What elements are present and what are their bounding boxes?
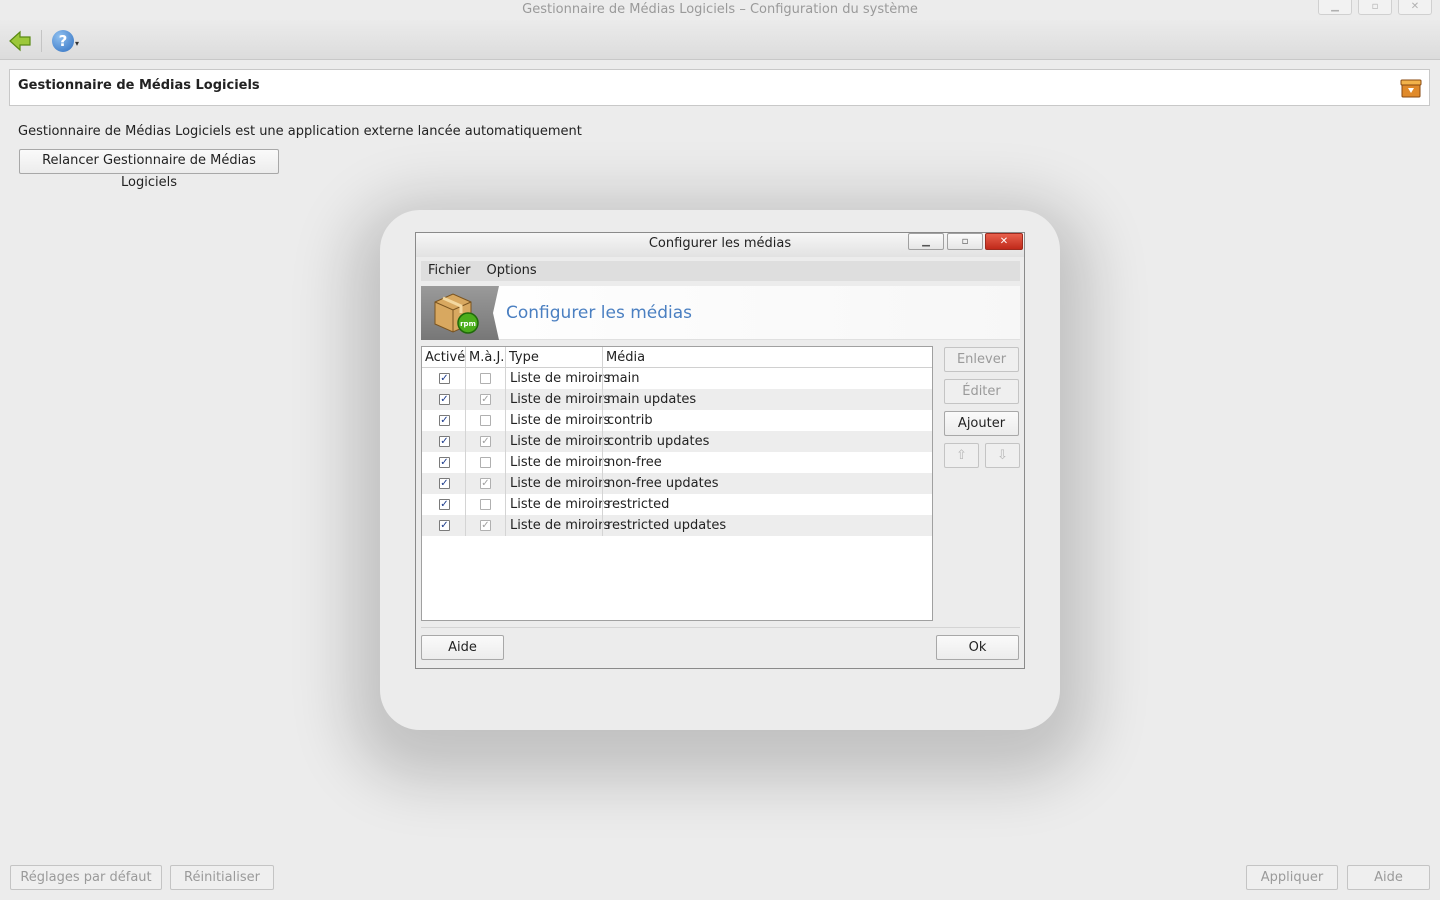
table-row[interactable]: ✓ ✓ Liste de miroirs restricted updates [422,515,932,536]
menu-options[interactable]: Options [487,261,537,281]
column-divider [505,368,506,536]
active-checkbox[interactable]: ✓ [439,394,450,405]
rpm-package-icon: rpm [434,293,479,334]
active-checkbox[interactable]: ✓ [439,373,450,384]
dialog-close-button[interactable]: ✕ [985,233,1023,250]
column-header-update[interactable]: M.à.J. [466,347,506,368]
help-icon[interactable]: ? [52,30,74,52]
toolbar-separator [41,30,42,52]
update-checkbox[interactable] [480,499,491,510]
dialog-separator [421,627,1020,628]
ok-button[interactable]: Ok [936,635,1019,660]
update-checkbox[interactable]: ✓ [480,394,491,405]
package-manager-icon [1400,77,1422,99]
table-row[interactable]: ✓ ✓ Liste de miroirs contrib updates [422,431,932,452]
media-name-cell: restricted updates [607,518,727,533]
page-title: Gestionnaire de Médias Logiciels [18,78,260,93]
back-arrow-icon[interactable] [8,30,32,52]
dialog-titlebar: Configurer les médias ▁ ▫ ✕ [416,233,1024,257]
banner-title: Configurer les médias [506,303,693,323]
column-header-active[interactable]: Activé [422,347,466,368]
chevron-down-icon[interactable]: ▾ [75,39,79,48]
add-button[interactable]: Ajouter [944,411,1019,436]
table-row[interactable]: ✓ Liste de miroirs contrib [422,410,932,431]
minimize-button[interactable]: ▁ [1318,0,1352,15]
relaunch-button[interactable]: Relancer Gestionnaire de Médias Logiciel… [19,149,279,190]
table-row[interactable]: ✓ ✓ Liste de miroirs main updates [422,389,932,410]
column-header-type[interactable]: Type [506,347,603,368]
media-type-cell: Liste de miroirs [510,371,611,386]
defaults-button[interactable]: Réglages par défaut [10,865,162,890]
dialog-maximize-button[interactable]: ▫ [947,233,983,250]
dialog-minimize-button[interactable]: ▁ [908,233,944,250]
media-type-cell: Liste de miroirs [510,476,611,491]
column-divider [465,368,466,536]
media-type-cell: Liste de miroirs [510,497,611,512]
update-checkbox[interactable] [480,373,491,384]
svg-text:rpm: rpm [460,320,476,328]
menu-fichier[interactable]: Fichier [428,261,471,281]
table-header: Activé M.à.J. Type Média [422,347,932,368]
update-checkbox[interactable] [480,457,491,468]
toolbar: ? ▾ [0,20,1440,60]
close-button[interactable]: ✕ [1398,0,1432,15]
active-checkbox[interactable]: ✓ [439,436,450,447]
media-name-cell: main [607,371,640,386]
dialog-help-button[interactable]: Aide [421,635,504,660]
window-title: Gestionnaire de Médias Logiciels – Confi… [522,2,918,17]
active-checkbox[interactable]: ✓ [439,499,450,510]
configure-media-dialog: Configurer les médias ▁ ▫ ✕ Fichier Opti… [415,232,1025,669]
media-name-cell: contrib updates [607,434,710,449]
active-checkbox[interactable]: ✓ [439,415,450,426]
remove-button[interactable]: Enlever [944,347,1019,372]
media-type-cell: Liste de miroirs [510,434,611,449]
update-checkbox[interactable]: ✓ [480,478,491,489]
main-titlebar: Gestionnaire de Médias Logiciels – Confi… [0,0,1440,20]
maximize-button[interactable]: ▫ [1358,0,1392,15]
module-header: Gestionnaire de Médias Logiciels [9,69,1430,106]
column-header-media[interactable]: Média [603,347,932,368]
media-type-cell: Liste de miroirs [510,413,611,428]
active-checkbox[interactable]: ✓ [439,478,450,489]
media-name-cell: contrib [607,413,653,428]
module-description: Gestionnaire de Médias Logiciels est une… [18,124,582,139]
banner-icon-frame: rpm [421,286,499,340]
update-checkbox[interactable] [480,415,491,426]
media-table: Activé M.à.J. Type Média ✓ Liste de miroi… [421,346,933,621]
apply-button[interactable]: Appliquer [1246,865,1338,890]
table-row[interactable]: ✓ Liste de miroirs non-free [422,452,932,473]
media-name-cell: restricted [607,497,670,512]
footer-help-button[interactable]: Aide [1347,865,1430,890]
active-checkbox[interactable]: ✓ [439,520,450,531]
media-name-cell: non-free [607,455,662,470]
media-type-cell: Liste de miroirs [510,518,611,533]
arrow-up-icon[interactable]: ⇧ [944,443,979,468]
dialog-title: Configurer les médias [648,236,792,251]
column-divider [602,368,603,536]
media-name-cell: main updates [607,392,697,407]
table-row[interactable]: ✓ Liste de miroirs restricted [422,494,932,515]
arrow-down-icon[interactable]: ⇩ [985,443,1020,468]
reset-button[interactable]: Réinitialiser [170,865,274,890]
dialog-banner: rpm Configurer les médias [421,286,1020,340]
table-row[interactable]: ✓ ✓ Liste de miroirs non-free updates [422,473,932,494]
active-checkbox[interactable]: ✓ [439,457,450,468]
media-type-cell: Liste de miroirs [510,392,611,407]
update-checkbox[interactable]: ✓ [480,436,491,447]
table-row[interactable]: ✓ Liste de miroirs main [422,368,932,389]
edit-button[interactable]: Éditer [944,379,1019,404]
media-name-cell: non-free updates [607,476,719,491]
window-controls: ▁ ▫ ✕ [1318,0,1432,15]
media-type-cell: Liste de miroirs [510,455,611,470]
update-checkbox[interactable]: ✓ [480,520,491,531]
dialog-menubar: Fichier Options [421,261,1020,281]
